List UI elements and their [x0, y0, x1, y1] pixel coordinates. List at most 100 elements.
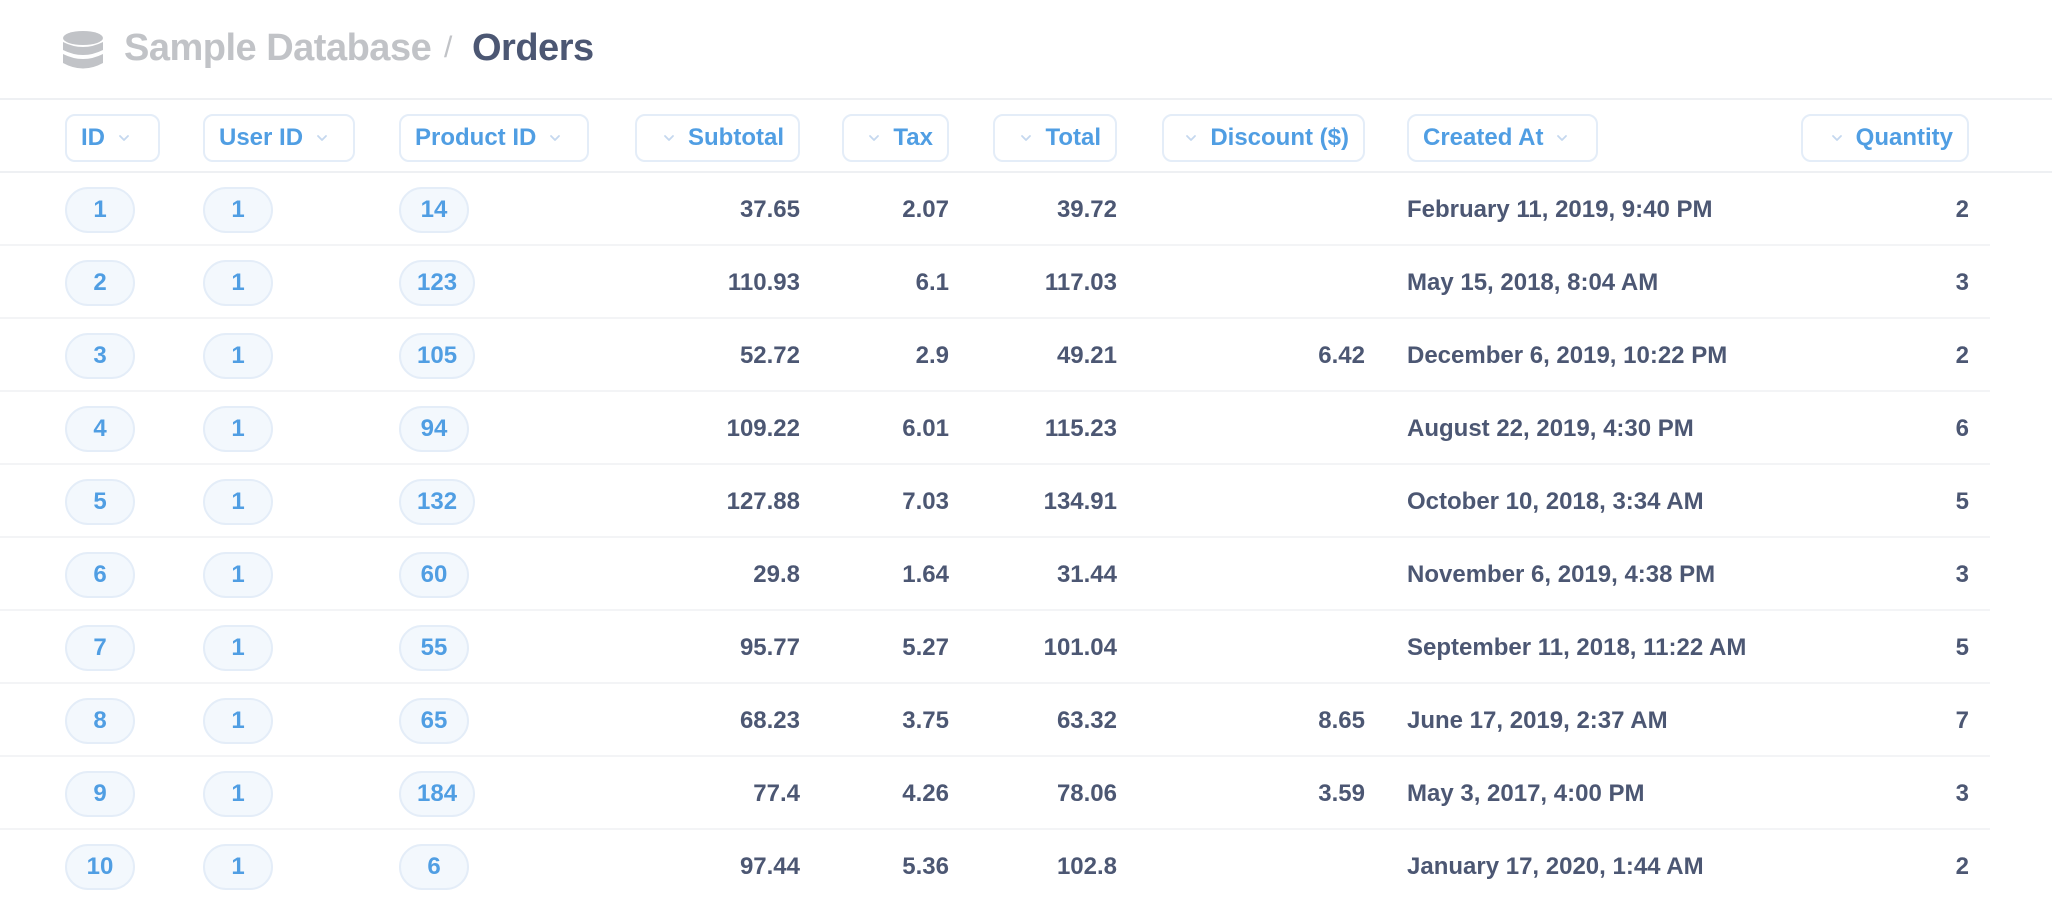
subtotal-value: 77.4	[753, 780, 800, 807]
user-id-link-pill[interactable]: 1	[203, 187, 273, 233]
user-id-link-pill[interactable]: 1	[203, 260, 273, 306]
column-header-created-at[interactable]: Created At	[1407, 114, 1598, 162]
cell-product-id: 65	[399, 685, 549, 757]
cell-discount: 3.59	[1200, 758, 1365, 830]
cell-user-id: 1	[203, 174, 353, 246]
subtotal-value: 95.77	[739, 634, 800, 661]
column-header-id[interactable]: ID	[65, 114, 160, 162]
column-header-user-id[interactable]: User ID	[203, 114, 355, 162]
column-header-label: Tax	[893, 124, 933, 151]
column-header-label: Product ID	[415, 124, 537, 151]
column-header-subtotal[interactable]: Subtotal	[635, 114, 800, 162]
user-id-link-pill[interactable]: 1	[203, 698, 273, 744]
cell-user-id: 1	[203, 831, 353, 898]
tax-value: 3.75	[902, 707, 949, 734]
cell-user-id: 1	[203, 393, 353, 465]
cell-tax: 6.1	[820, 247, 949, 319]
product-id-link-pill[interactable]: 14	[399, 187, 469, 233]
table-row: 1 1 14 37.65 2.07 39.72 February 11, 2019, 9:4…	[0, 174, 1990, 246]
created-at-value: August 22, 2019, 4:30 PM	[1407, 415, 1694, 442]
user-id-link-pill[interactable]: 1	[203, 625, 273, 671]
cell-quantity: 2	[1800, 174, 1969, 246]
user-id-link-pill[interactable]: 1	[203, 479, 273, 525]
product-id-link-pill[interactable]: 123	[399, 260, 476, 306]
cell-total: 117.03	[980, 247, 1117, 319]
column-header-quantity[interactable]: Quantity	[1801, 114, 1969, 162]
tax-value: 6.1	[915, 269, 949, 296]
id-link-pill[interactable]: 1	[65, 187, 135, 233]
discount-value: 6.42	[1318, 342, 1365, 369]
id-link-pill[interactable]: 3	[65, 333, 135, 379]
user-id-link-pill[interactable]: 1	[203, 844, 273, 890]
id-link-pill[interactable]: 9	[65, 771, 135, 817]
quantity-value: 3	[1955, 780, 1969, 807]
subtotal-value: 127.88	[726, 488, 800, 515]
cell-quantity: 2	[1800, 831, 1969, 898]
breadcrumb-database-link[interactable]: Sample Database	[124, 27, 432, 70]
id-link-pill[interactable]: 5	[65, 479, 135, 525]
total-value: 117.03	[1044, 269, 1117, 296]
product-id-link-pill[interactable]: 55	[399, 625, 469, 671]
subtotal-value: 68.23	[739, 707, 800, 734]
product-id-link-pill[interactable]: 184	[399, 771, 476, 817]
id-link-pill[interactable]: 2	[65, 260, 135, 306]
product-id-link-pill[interactable]: 105	[399, 333, 476, 379]
table-row: 3 1 105 52.72 2.9 49.21 6.42 December 6, 2019, …	[0, 320, 1990, 392]
subtotal-value: 109.22	[726, 415, 800, 442]
cell-tax: 7.03	[820, 466, 949, 538]
cell-total: 39.72	[980, 174, 1117, 246]
chevron-down-icon	[662, 131, 676, 145]
quantity-value: 3	[1955, 269, 1969, 296]
product-id-link-pill[interactable]: 6	[399, 844, 469, 890]
cell-product-id: 14	[399, 174, 549, 246]
id-link-pill[interactable]: 4	[65, 406, 135, 452]
product-id-link-pill[interactable]: 94	[399, 406, 469, 452]
cell-quantity: 7	[1800, 685, 1969, 757]
user-id-link-pill[interactable]: 1	[203, 771, 273, 817]
tax-value: 5.36	[902, 853, 949, 880]
cell-discount	[1200, 174, 1365, 246]
column-header-product-id[interactable]: Product ID	[399, 114, 589, 162]
user-id-link-pill[interactable]: 1	[203, 552, 273, 598]
column-header-label: Subtotal	[688, 124, 784, 151]
tax-value: 4.26	[902, 780, 949, 807]
id-link-pill[interactable]: 7	[65, 625, 135, 671]
cell-tax: 2.9	[820, 320, 949, 392]
user-id-link-pill[interactable]: 1	[203, 406, 273, 452]
product-id-link-pill[interactable]: 132	[399, 479, 476, 525]
cell-id: 4	[65, 393, 185, 465]
created-at-value: October 10, 2018, 3:34 AM	[1407, 488, 1704, 515]
created-at-value: May 15, 2018, 8:04 AM	[1407, 269, 1659, 296]
tax-value: 2.07	[902, 196, 949, 223]
cell-total: 101.04	[980, 612, 1117, 684]
cell-user-id: 1	[203, 320, 353, 392]
cell-subtotal: 68.23	[620, 685, 800, 757]
cell-total: 63.32	[980, 685, 1117, 757]
id-link-pill[interactable]: 8	[65, 698, 135, 744]
cell-user-id: 1	[203, 247, 353, 319]
table-row: 10 1 6 97.44 5.36 102.8 January 17, 2020, 1:44…	[0, 831, 1990, 898]
user-id-link-pill[interactable]: 1	[203, 333, 273, 379]
id-link-pill[interactable]: 10	[65, 844, 135, 890]
cell-discount	[1200, 466, 1365, 538]
cell-user-id: 1	[203, 466, 353, 538]
page-header: Sample Database / Orders	[0, 0, 2052, 100]
quantity-value: 2	[1955, 853, 1969, 880]
column-header-total[interactable]: Total	[993, 114, 1117, 162]
total-value: 39.72	[1056, 196, 1117, 223]
created-at-value: September 11, 2018, 11:22 AM	[1407, 634, 1747, 661]
created-at-value: January 17, 2020, 1:44 AM	[1407, 853, 1704, 880]
chevron-down-icon	[1184, 131, 1198, 145]
cell-discount	[1200, 393, 1365, 465]
chevron-down-icon	[1830, 131, 1844, 145]
product-id-link-pill[interactable]: 60	[399, 552, 469, 598]
product-id-link-pill[interactable]: 65	[399, 698, 469, 744]
column-header-tax[interactable]: Tax	[842, 114, 949, 162]
column-header-label: Quantity	[1855, 124, 1953, 151]
column-header-discount[interactable]: Discount ($)	[1162, 114, 1365, 162]
cell-tax: 5.36	[820, 831, 949, 898]
id-link-pill[interactable]: 6	[65, 552, 135, 598]
column-header-label: User ID	[219, 124, 304, 151]
cell-tax: 3.75	[820, 685, 949, 757]
table-row: 4 1 94 109.22 6.01 115.23 August 22, 2019, 4:3…	[0, 393, 1990, 465]
